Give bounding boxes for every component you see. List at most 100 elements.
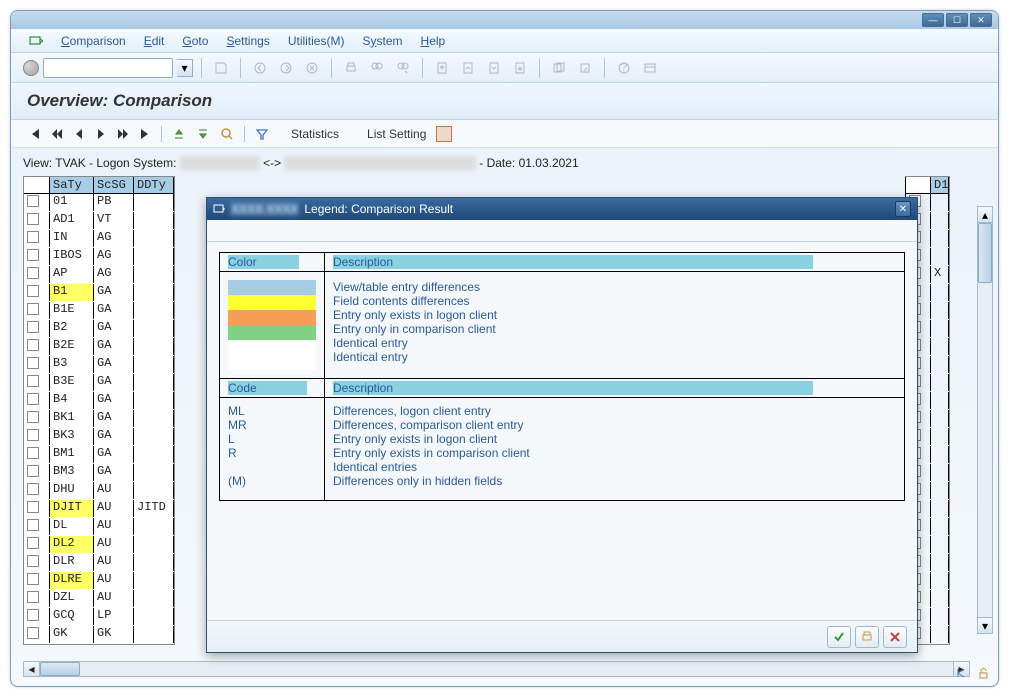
statistics-button[interactable]: Statistics (287, 127, 343, 141)
legend-print-button[interactable] (855, 626, 879, 648)
minimize-button[interactable]: — (922, 13, 944, 27)
row-checkbox[interactable] (24, 500, 50, 517)
table-row[interactable]: B3EGA (24, 374, 174, 392)
hscroll-thumb[interactable] (40, 662, 80, 676)
row-checkbox[interactable] (24, 248, 50, 265)
last-record-button[interactable] (137, 126, 153, 142)
command-field[interactable] (43, 58, 173, 78)
table-row[interactable]: APAG (24, 266, 174, 284)
table-row[interactable]: DLAU (24, 518, 174, 536)
menu-settings[interactable]: SettingsSettings (226, 34, 269, 48)
status-indicator-icon (23, 60, 39, 76)
first-record-button[interactable] (27, 126, 43, 142)
row-checkbox[interactable] (24, 482, 50, 499)
table-row[interactable]: DZLAU (24, 590, 174, 608)
cell-ddty (134, 590, 174, 607)
sort-desc-icon[interactable] (194, 126, 212, 142)
row-checkbox[interactable] (24, 626, 50, 643)
maximize-button[interactable]: ☐ (946, 13, 968, 27)
vscroll-thumb[interactable] (978, 223, 992, 283)
prev-button[interactable] (71, 126, 87, 142)
cell-saty: B3 (50, 356, 94, 373)
legend-titlebar[interactable]: XXXX XXXX Legend: Comparison Result ✕ (207, 198, 917, 220)
legend-close-button[interactable]: ✕ (895, 201, 911, 217)
col-header-scsg[interactable]: ScSG (94, 177, 134, 193)
vertical-scrollbar[interactable]: ▴ ▾ (977, 206, 993, 634)
cell-saty: BM1 (50, 446, 94, 463)
row-checkbox[interactable] (24, 320, 50, 337)
menu-edit[interactable]: EditEdit (144, 34, 165, 48)
table-row[interactable]: IBOSAG (24, 248, 174, 266)
hscroll-left-button[interactable]: ◂ (24, 662, 40, 676)
col-header-ddty[interactable]: DDTy (134, 177, 174, 193)
magnifier-icon[interactable] (218, 126, 236, 142)
table-row[interactable]: BK1GA (24, 410, 174, 428)
fast-fwd-button[interactable] (115, 126, 131, 142)
table-row[interactable]: INAG (24, 230, 174, 248)
row-checkbox[interactable] (24, 194, 50, 211)
table-row[interactable]: DJITAUJITD (24, 500, 174, 518)
table-row[interactable]: DL2AU (24, 536, 174, 554)
table-row[interactable]: DLREAU (24, 572, 174, 590)
row-checkbox[interactable] (24, 608, 50, 625)
table-row[interactable]: B3GA (24, 356, 174, 374)
col-header-saty[interactable]: SaTy (50, 177, 94, 193)
table-row[interactable]: B2EGA (24, 338, 174, 356)
row-checkbox[interactable] (24, 572, 50, 589)
table-row[interactable]: BK3GA (24, 428, 174, 446)
row-checkbox[interactable] (24, 230, 50, 247)
row-checkbox[interactable] (24, 284, 50, 301)
row-checkbox[interactable] (24, 374, 50, 391)
menu-goto[interactable]: GotoGoto (182, 34, 208, 48)
list-setting-button[interactable]: List Setting (363, 127, 430, 141)
table-row[interactable]: GCQLP (24, 608, 174, 626)
row-checkbox[interactable] (24, 464, 50, 481)
row-checkbox[interactable] (24, 410, 50, 427)
menu-help[interactable]: HelpHelp (421, 34, 446, 48)
horizontal-scrollbar[interactable]: ◂ ▸ (23, 661, 970, 677)
row-checkbox[interactable] (24, 302, 50, 319)
back-history-icon[interactable] (952, 664, 970, 682)
table-row[interactable]: BM1GA (24, 446, 174, 464)
menu-system[interactable]: SystemSystem (362, 34, 402, 48)
menu-dropdown-icon[interactable] (29, 33, 43, 48)
row-checkbox[interactable] (24, 212, 50, 229)
row-checkbox[interactable] (24, 518, 50, 535)
sort-asc-icon[interactable] (170, 126, 188, 142)
row-checkbox[interactable] (24, 446, 50, 463)
table-row[interactable]: AD1VT (24, 212, 174, 230)
row-checkbox[interactable] (24, 392, 50, 409)
menu-utilities[interactable]: Utilities(M) (288, 34, 345, 48)
row-checkbox[interactable] (24, 536, 50, 553)
row-checkbox[interactable] (24, 554, 50, 571)
legend-confirm-button[interactable] (827, 626, 851, 648)
table-row[interactable]: DHUAU (24, 482, 174, 500)
fast-back-button[interactable] (49, 126, 65, 142)
list-setting-icon[interactable] (436, 126, 452, 142)
table-row[interactable]: B1EGA (24, 302, 174, 320)
table-row[interactable]: B4GA (24, 392, 174, 410)
row-checkbox[interactable] (24, 356, 50, 373)
table-row[interactable]: 01PB (24, 194, 174, 212)
menu-comparison[interactable]: CComparisonomparison (61, 34, 126, 48)
shortcut-icon (574, 58, 596, 78)
cell-saty: GCQ (50, 608, 94, 625)
row-checkbox[interactable] (24, 590, 50, 607)
row-checkbox[interactable] (24, 338, 50, 355)
row-checkbox[interactable] (24, 266, 50, 283)
table-row[interactable]: GKGK (24, 626, 174, 644)
table-row[interactable]: B1GA (24, 284, 174, 302)
table-row[interactable]: B2GA (24, 320, 174, 338)
vscroll-down-button[interactable]: ▾ (978, 617, 992, 633)
close-button[interactable]: ✕ (970, 13, 992, 27)
table-row[interactable]: DLRAU (24, 554, 174, 572)
table-row[interactable]: BM3GA (24, 464, 174, 482)
next-button[interactable] (93, 126, 109, 142)
row-checkbox[interactable] (24, 428, 50, 445)
vscroll-up-button[interactable]: ▴ (978, 207, 992, 223)
col-header-d1[interactable]: D1 (931, 177, 949, 193)
dialog-menu-icon[interactable] (213, 203, 225, 215)
filter-icon[interactable] (253, 126, 271, 142)
command-dropdown[interactable]: ▾ (177, 59, 193, 77)
legend-cancel-button[interactable] (883, 626, 907, 648)
